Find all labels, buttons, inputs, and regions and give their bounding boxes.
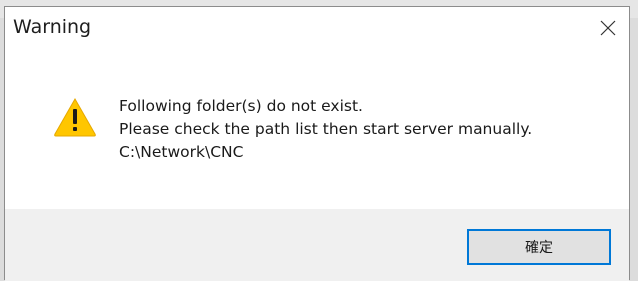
ok-button[interactable]: 確定 — [467, 229, 611, 265]
ok-button-label: 確定 — [525, 240, 553, 256]
warning-triangle-icon — [54, 97, 96, 137]
message-line: Please check the path list then start se… — [119, 120, 533, 138]
close-icon — [600, 20, 616, 36]
warning-message: Following folder(s) do not exist. Please… — [119, 95, 532, 164]
dialog-footer: 確定 — [5, 209, 629, 281]
dialog-title: Warning — [13, 16, 92, 38]
warning-dialog: Warning Following folder(s) do not exist… — [4, 6, 630, 281]
message-line: Following folder(s) do not exist. — [119, 97, 363, 115]
dialog-content: Following folder(s) do not exist. Please… — [5, 47, 629, 207]
title-bar[interactable]: Warning — [5, 7, 629, 47]
message-line: C:\Network\CNC — [119, 143, 244, 161]
close-button[interactable] — [591, 13, 625, 43]
